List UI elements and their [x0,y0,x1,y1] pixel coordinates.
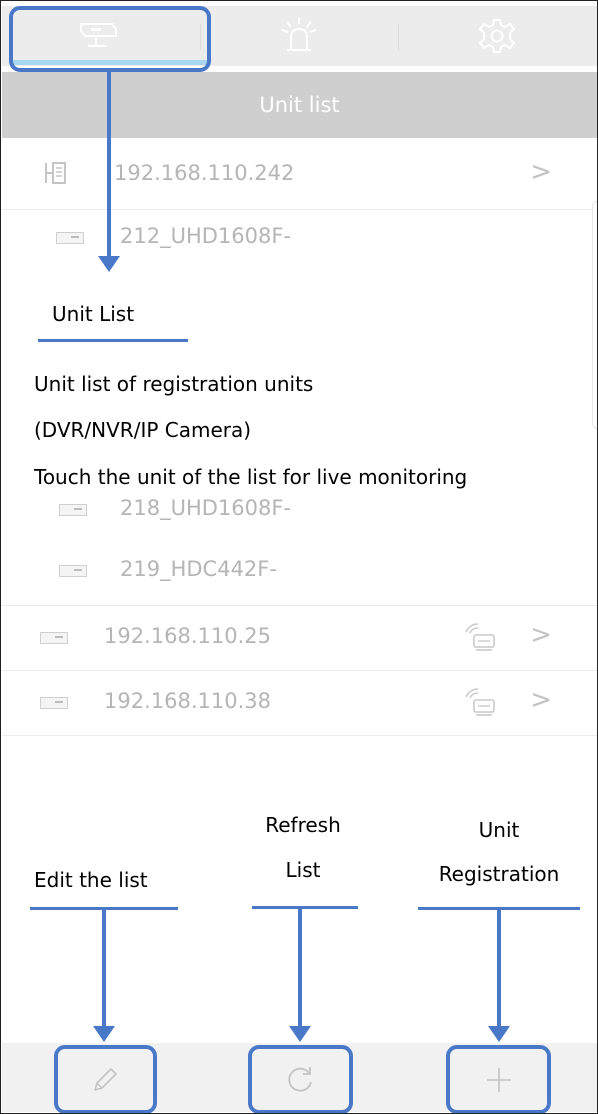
unit-label: 219_HDC442F- [120,557,277,581]
annotation-desc-line2: (DVR/NVR/IP Camera) [34,418,252,442]
gear-icon [479,19,515,53]
page-title: Unit list [259,93,340,117]
dvr-icon [40,697,68,709]
annotation-edit-label: Edit the list [34,868,148,892]
annotation-arrow-line [102,909,106,1029]
dvr-icon [56,232,84,244]
annotation-unit-list-title: Unit List [52,302,135,326]
annotation-register-line1: Unit [478,818,520,842]
edit-highlight-box [54,1045,157,1114]
tab-highlight-box [9,6,211,72]
list-item[interactable]: 192.168.110.38 > [2,671,597,736]
annotation-refresh-line2: List [285,858,321,882]
dvr-icon [59,504,87,516]
alarm-icon [281,18,317,51]
annotation-arrow-head [98,256,120,272]
annotation-arrow-head [93,1026,115,1042]
page-title-bar: Unit list [2,72,597,138]
annotation-arrow-head [488,1026,510,1042]
register-highlight-box [446,1045,551,1114]
list-item[interactable]: 218_UHD1608F- [2,490,597,536]
list-item[interactable]: 192.168.110.25 > [2,606,597,671]
unit-label: 192.168.110.38 [104,689,271,713]
annotation-desc-line3: Touch the unit of the list for live moni… [34,465,468,489]
building-icon [45,162,66,184]
dvr-icon [59,565,87,577]
dvr-icon [40,632,68,644]
chevron-right-icon: > [530,620,552,650]
annotation-arrow-head [289,1026,311,1042]
tab-settings[interactable] [398,6,596,66]
network-icon [465,688,495,716]
unit-label: 192.168.110.242 [114,161,295,185]
unit-label: 218_UHD1608F- [120,496,292,520]
annotation-desc-line1: Unit list of registration units [34,372,314,396]
annotation-underline [252,906,358,909]
list-item[interactable]: 219_HDC442F- [2,537,597,606]
list-item[interactable]: 192.168.110.242 > [2,139,597,210]
tab-alarm[interactable] [200,6,398,66]
side-panel-edge [592,200,598,430]
refresh-highlight-box [248,1045,353,1114]
annotation-arrow-line [107,72,111,258]
annotation-arrow-line [298,908,302,1029]
network-icon [465,623,495,651]
annotation-underline [38,339,188,342]
annotation-register-line2: Registration [438,862,560,886]
list-item[interactable]: 212_UHD1608F- [2,210,597,266]
chevron-right-icon: > [530,157,552,187]
annotation-refresh-line1: Refresh [265,813,341,837]
app-screen: { "header": { "tabs": [ {"icon": "camera… [0,0,598,1114]
chevron-right-icon: > [530,685,552,715]
unit-label: 212_UHD1608F- [120,224,292,248]
unit-label: 192.168.110.25 [104,624,271,648]
annotation-arrow-line [497,909,501,1029]
